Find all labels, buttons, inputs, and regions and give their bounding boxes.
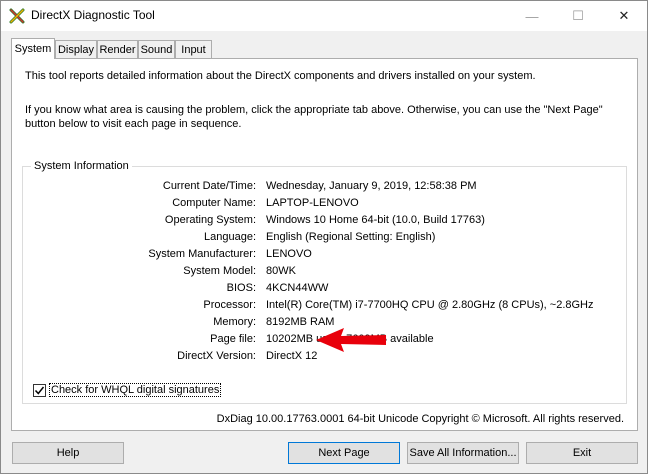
info-value: 4KCN44WW [266, 282, 329, 294]
intro-text: This tool reports detailed information a… [25, 70, 536, 82]
dxdiag-window: DirectX Diagnostic Tool — ☐ ✕ System Dis… [0, 0, 648, 474]
system-tab-panel: This tool reports detailed information a… [11, 58, 638, 431]
whql-checkbox[interactable]: Check for WHQL digital signatures [33, 383, 222, 397]
close-button[interactable]: ✕ [601, 1, 647, 31]
info-row-bios: BIOS: 4KCN44WW [23, 282, 623, 299]
info-label: Current Date/Time: [162, 180, 256, 192]
tab-render[interactable]: Render [97, 40, 138, 58]
directx-app-icon [9, 8, 25, 24]
info-value: DirectX 12 [266, 350, 318, 362]
tab-sound[interactable]: Sound [138, 40, 175, 58]
info-label: Computer Name: [172, 197, 256, 209]
info-row-processor: Processor: Intel(R) Core(TM) i7-7700HQ C… [23, 299, 623, 316]
info-value: 80WK [266, 265, 296, 277]
info-value: Intel(R) Core(TM) i7-7700HQ CPU @ 2.80GH… [266, 299, 594, 311]
save-all-button-label: Save All Information... [409, 447, 517, 459]
title-bar[interactable]: DirectX Diagnostic Tool — ☐ ✕ [1, 1, 647, 31]
info-label: Operating System: [164, 214, 256, 226]
version-copyright-text: DxDiag 10.00.17763.0001 64-bit Unicode C… [216, 413, 624, 425]
minimize-button[interactable]: — [509, 1, 555, 31]
info-label: Memory: [213, 316, 256, 328]
info-row-model: System Model: 80WK [23, 265, 623, 282]
exit-button-label: Exit [572, 447, 592, 459]
maximize-button[interactable]: ☐ [555, 1, 601, 31]
window-title: DirectX Diagnostic Tool [31, 8, 155, 22]
info-label: System Manufacturer: [148, 248, 256, 260]
tab-display[interactable]: Display [55, 40, 97, 58]
tab-input[interactable]: Input [175, 40, 212, 58]
info-value: Wednesday, January 9, 2019, 12:58:38 PM [266, 180, 477, 192]
red-arrow-annotation-icon [316, 327, 388, 356]
next-page-button[interactable]: Next Page [288, 442, 400, 464]
info-value: Windows 10 Home 64-bit (10.0, Build 1776… [266, 214, 485, 226]
info-row-computer-name: Computer Name: LAPTOP-LENOVO [23, 197, 623, 214]
info-value: LENOVO [266, 248, 312, 260]
info-label: System Model: [183, 265, 256, 277]
info-row-language: Language: English (Regional Setting: Eng… [23, 231, 623, 248]
group-title: System Information [31, 160, 132, 172]
tab-system[interactable]: System [11, 38, 55, 59]
info-value: LAPTOP-LENOVO [266, 197, 359, 209]
info-row-manufacturer: System Manufacturer: LENOVO [23, 248, 623, 265]
close-icon: ✕ [618, 8, 630, 23]
info-label: BIOS: [226, 282, 256, 294]
info-label: Processor: [203, 299, 256, 311]
whql-checkbox-label[interactable]: Check for WHQL digital signatures [49, 383, 222, 397]
exit-button[interactable]: Exit [526, 442, 638, 464]
minimize-icon: — [525, 8, 539, 24]
info-label: Page file: [210, 333, 256, 345]
help-button[interactable]: Help [12, 442, 124, 464]
checkbox-checked-icon[interactable] [33, 383, 46, 397]
save-all-information-button[interactable]: Save All Information... [407, 442, 519, 464]
info-label: DirectX Version: [177, 350, 256, 362]
info-label: Language: [204, 231, 256, 243]
info-row-os: Operating System: Windows 10 Home 64-bit… [23, 214, 623, 231]
info-row-date: Current Date/Time: Wednesday, January 9,… [23, 180, 623, 197]
info-value: English (Regional Setting: English) [266, 231, 436, 243]
system-information-group: System Information Current Date/Time: We… [22, 160, 627, 404]
next-page-button-label: Next Page [318, 447, 370, 459]
instructions-text: If you know what area is causing the pro… [25, 104, 603, 130]
maximize-icon: ☐ [572, 8, 584, 23]
help-button-label: Help [56, 447, 80, 459]
